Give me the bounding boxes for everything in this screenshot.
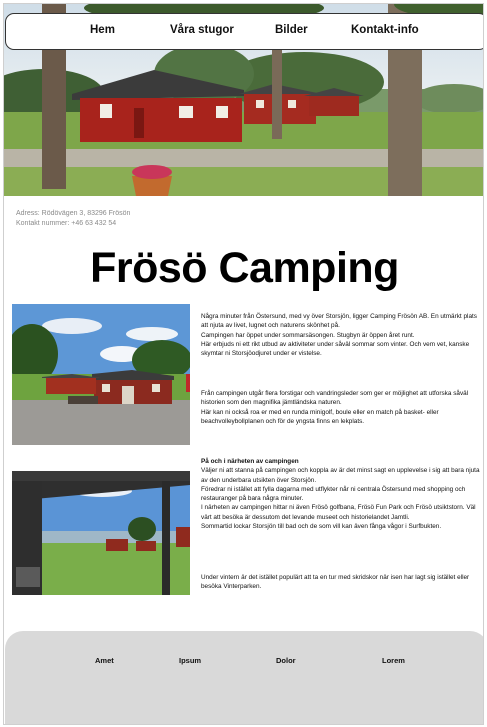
page-title: Frösö Camping	[90, 244, 399, 292]
nearby-paragraph-2: Föredrar ni istället att fylla dagarna m…	[201, 485, 466, 503]
activities-text: Från campingen utgår flera forstigar och…	[201, 389, 479, 426]
intro-text: Några minuter från Östersund, med vy öve…	[201, 312, 479, 358]
footer: Amet Ipsum Dolor Lorem	[5, 631, 483, 724]
nav-link-gallery[interactable]: Bilder	[275, 24, 308, 36]
nearby-heading: På och i närheten av campingen	[201, 458, 299, 465]
nearby-paragraph-4: Sommartid lockar Storsjön till bad och d…	[201, 523, 442, 531]
address-block: Adress: Rödövägen 3, 83296 Frösön Kontak…	[16, 209, 130, 229]
intro-paragraph-1: Några minuter från Östersund, med vy öve…	[201, 313, 477, 330]
top-navigation: Hem Våra stugor Bilder Kontakt-info	[5, 13, 483, 50]
phone-line: Kontakt nummer: +46 63 432 54	[16, 220, 117, 227]
winter-text: Under vintern är det istället populärt a…	[201, 573, 481, 592]
activities-paragraph-2: Här kan ni också roa er med en runda min…	[201, 408, 439, 425]
camping-reception-photo	[12, 304, 190, 445]
nearby-paragraph-3: I närheten av campingen hittar ni även F…	[201, 504, 476, 521]
nav-link-contact[interactable]: Kontakt-info	[351, 24, 419, 36]
page-frame: Hem Våra stugor Bilder Kontakt-info Adre…	[3, 3, 484, 725]
intro-paragraph-2: Campingen har öppet under sommarsäsongen…	[201, 331, 415, 339]
footer-link-lorem[interactable]: Lorem	[382, 656, 405, 665]
nearby-text: På och i närheten av campingen Väljer ni…	[201, 457, 481, 531]
intro-paragraph-3: Här erbjuds ni ett rikt utbud av aktivit…	[201, 340, 470, 358]
footer-link-ipsum[interactable]: Ipsum	[179, 656, 201, 665]
footer-link-dolor[interactable]: Dolor	[276, 656, 296, 665]
footer-link-amet[interactable]: Amet	[95, 656, 114, 665]
winter-paragraph: Under vintern är det istället populärt a…	[201, 574, 470, 591]
lake-view-photo	[12, 471, 190, 595]
nearby-paragraph-1: Väljer ni att stanna på campingen och ko…	[201, 467, 480, 484]
activities-paragraph-1: Från campingen utgår flera forstigar och…	[201, 390, 469, 407]
nav-link-cabins[interactable]: Våra stugor	[170, 24, 234, 36]
address-line: Adress: Rödövägen 3, 83296 Frösön	[16, 210, 131, 217]
nav-link-home[interactable]: Hem	[90, 24, 115, 36]
